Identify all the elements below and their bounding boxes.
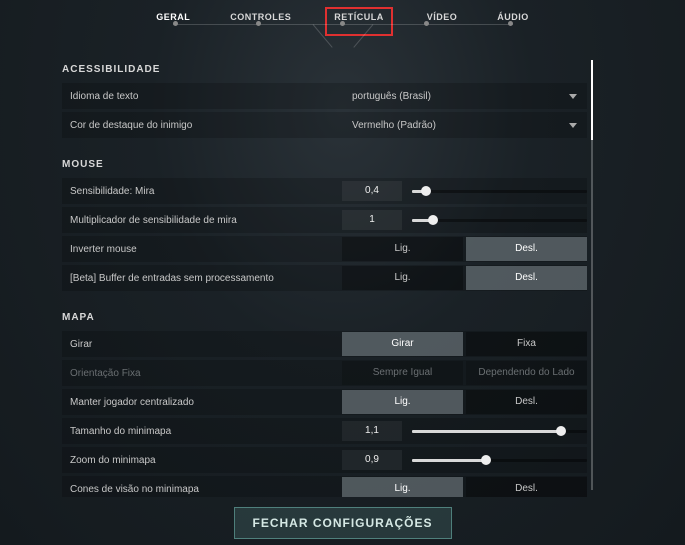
orient-opt-b: Dependendo do Lado	[466, 361, 587, 385]
invert-label: Inverter mouse	[62, 244, 342, 255]
invert-off[interactable]: Desl.	[466, 237, 587, 261]
centrado-label: Manter jogador centralizado	[62, 397, 342, 408]
mult-label: Multiplicador de sensibilidade de mira	[62, 215, 342, 226]
girar-label: Girar	[62, 339, 342, 350]
girar-opt-fixa[interactable]: Fixa	[466, 332, 587, 356]
tamanho-label: Tamanho do minimapa	[62, 426, 342, 437]
scrollbar-thumb[interactable]	[591, 60, 593, 140]
orient-label: Orientação Fixa	[62, 368, 342, 379]
invert-on[interactable]: Lig.	[342, 237, 463, 261]
cones-off[interactable]: Desl.	[466, 477, 587, 497]
buffer-off[interactable]: Desl.	[466, 266, 587, 290]
sens-label: Sensibilidade: Mira	[62, 186, 342, 197]
settings-tabs: GERAL CONTROLES RETÍCULA VÍDEO ÁUDIO	[0, 0, 685, 36]
zoom-label: Zoom do minimapa	[62, 455, 342, 466]
tamanho-slider[interactable]	[412, 430, 587, 433]
scrollbar[interactable]	[591, 60, 593, 490]
idioma-dropdown[interactable]: português (Brasil)	[342, 83, 587, 109]
sens-slider[interactable]	[412, 190, 587, 193]
section-mapa: MAPA	[62, 312, 587, 323]
chevron-down-icon	[569, 94, 577, 99]
centrado-off[interactable]: Desl.	[466, 390, 587, 414]
zoom-slider[interactable]	[412, 459, 587, 462]
cones-label: Cones de visão no minimapa	[62, 484, 342, 495]
cones-on[interactable]: Lig.	[342, 477, 463, 497]
tamanho-value[interactable]: 1,1	[342, 421, 402, 441]
buffer-on[interactable]: Lig.	[342, 266, 463, 290]
close-settings-button[interactable]: FECHAR CONFIGURAÇÕES	[233, 507, 451, 539]
sens-value[interactable]: 0,4	[342, 181, 402, 201]
cor-label: Cor de destaque do inimigo	[62, 120, 342, 131]
orient-opt-a: Sempre Igual	[342, 361, 463, 385]
settings-content: ACESSIBILIDADE Idioma de texto português…	[62, 54, 587, 497]
chevron-down-icon	[569, 123, 577, 128]
girar-opt-girar[interactable]: Girar	[342, 332, 463, 356]
section-acessibilidade: ACESSIBILIDADE	[62, 64, 587, 75]
centrado-on[interactable]: Lig.	[342, 390, 463, 414]
idioma-value: português (Brasil)	[352, 91, 431, 102]
mult-value[interactable]: 1	[342, 210, 402, 230]
mult-slider[interactable]	[412, 219, 587, 222]
buffer-label: [Beta] Buffer de entradas sem processame…	[62, 273, 342, 284]
idioma-label: Idioma de texto	[62, 91, 342, 102]
cor-value: Vermelho (Padrão)	[352, 120, 436, 131]
cor-dropdown[interactable]: Vermelho (Padrão)	[342, 112, 587, 138]
zoom-value[interactable]: 0,9	[342, 450, 402, 470]
section-mouse: MOUSE	[62, 159, 587, 170]
